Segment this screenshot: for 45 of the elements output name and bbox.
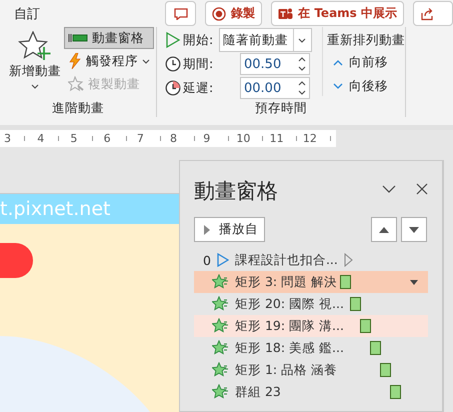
trigger-button[interactable]: 觸發程序	[64, 50, 154, 72]
sequence-number: 0	[203, 252, 211, 268]
ruler-number: 10	[236, 131, 252, 147]
animation-row[interactable]: 群組 23	[194, 381, 428, 403]
animation-label: 矩形 19: 團隊 溝...	[235, 318, 344, 334]
animation-row[interactable]: 矩形 20: 國際 視...	[194, 293, 428, 315]
add-animation-button[interactable]: 新增動畫	[6, 27, 64, 100]
animation-row[interactable]: 矩形 3: 問題 解決	[194, 271, 428, 293]
move-earlier-button[interactable]: 向前移	[327, 53, 405, 72]
duration-label: 期間:	[183, 56, 214, 72]
present-in-teams-button[interactable]: 在 Teams 中展示	[271, 1, 404, 26]
start-label: 開始:	[183, 32, 214, 48]
ruler-number: 12	[302, 131, 318, 147]
animation-label: 矩形 18: 美感 鑑...	[235, 340, 344, 356]
delay-spinbox[interactable]: 00.00	[240, 77, 310, 99]
ruler-number: 7	[136, 131, 145, 147]
ruler-number: 5	[70, 131, 78, 147]
ruler-number: 9	[203, 131, 212, 147]
group-label: 進階動畫	[51, 100, 105, 117]
duration-spinbox[interactable]: 00.50	[240, 53, 310, 75]
animation-label: 矩形 3: 問題 解決	[235, 274, 338, 290]
ribbon-tab-label[interactable]: 自訂	[14, 4, 166, 22]
ruler-number: 4	[37, 131, 46, 147]
move-later-button[interactable]: 向後移	[327, 76, 405, 96]
ruler-number: 6	[104, 131, 112, 147]
animation-label: 矩形 20: 國際 視...	[235, 296, 344, 312]
animation-row[interactable]: 矩形 19: 團隊 溝...	[194, 315, 428, 337]
delay-label: 延遲:	[183, 80, 214, 96]
record-button[interactable]: 錄製	[205, 1, 262, 26]
slide-banner: t.pixnet.net	[0, 194, 179, 224]
play-from-button[interactable]: 播放自	[194, 217, 265, 242]
trigger-row[interactable]: 0 課程設計也扣合...	[194, 249, 428, 271]
group-label: 預存時間	[254, 100, 308, 117]
ruler-number: 11	[270, 131, 285, 147]
pane-title: 動畫窗格	[194, 178, 279, 205]
animation-row[interactable]: 矩形 18: 美感 鑑...	[194, 337, 428, 359]
ruler-number: 3	[4, 131, 12, 147]
animation-label: 矩形 1: 品格 涵養	[235, 362, 338, 378]
animation-pane-button[interactable]: 動畫窗格	[64, 27, 154, 49]
reorder-title: 重新排列動畫	[327, 32, 405, 49]
ruler-number: 8	[170, 131, 178, 147]
start-dropdown[interactable]: 隨著前動畫	[219, 28, 312, 52]
animation-label: 課程設計也扣合...	[234, 252, 338, 268]
animation-label: 群組 23	[235, 384, 281, 400]
animation-row[interactable]: 矩形 1: 品格 涵養	[194, 359, 428, 381]
